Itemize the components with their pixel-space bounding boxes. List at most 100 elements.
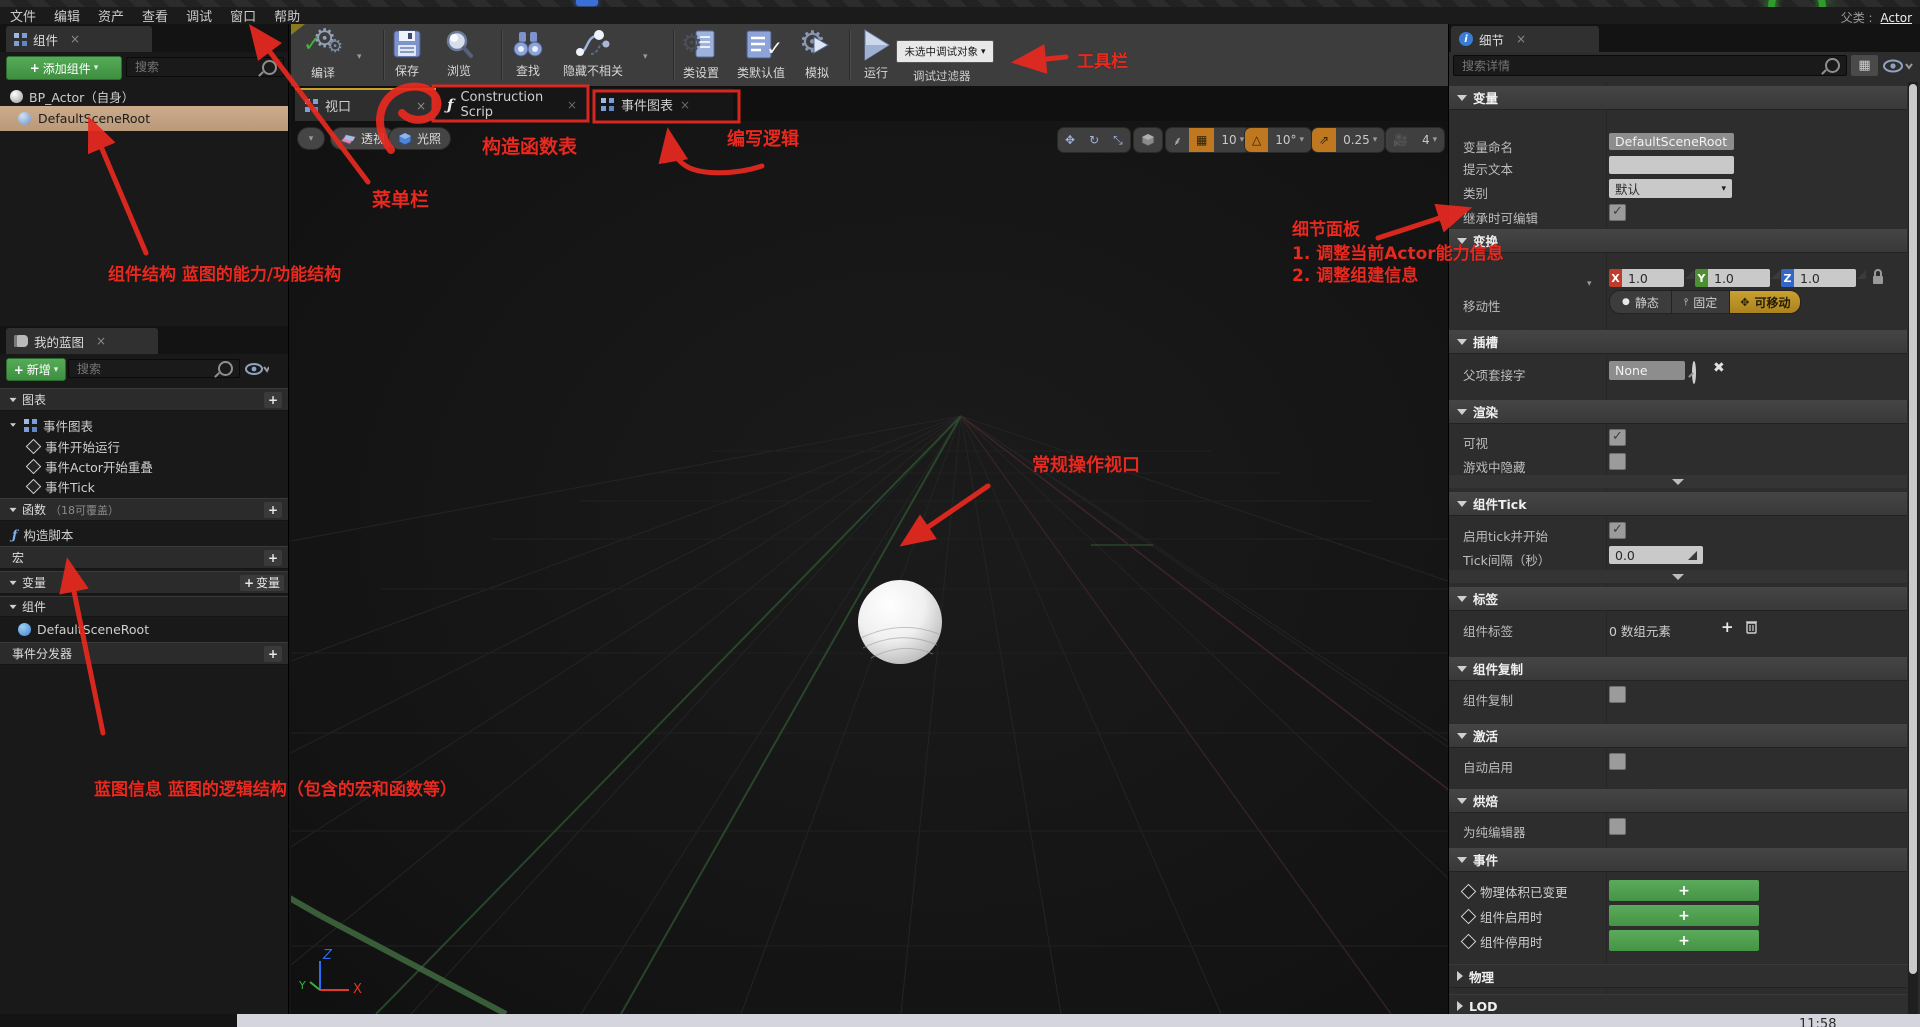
add-variable-button[interactable]: + 变量: [240, 575, 284, 591]
menu-debug[interactable]: 调试: [186, 6, 212, 25]
section-sockets[interactable]: 插槽: [1449, 330, 1907, 354]
replicates-checkbox[interactable]: [1609, 686, 1626, 703]
rotate-tool-icon[interactable]: ↻: [1082, 128, 1106, 152]
menu-asset[interactable]: 资产: [98, 6, 124, 25]
section-component-tick[interactable]: 组件Tick: [1449, 492, 1907, 516]
debug-object-dropdown[interactable]: 未选中调试对象 ▾: [896, 40, 994, 63]
variables-header[interactable]: 变量 + 变量: [0, 571, 288, 594]
tree-item-event-graph[interactable]: 事件图表: [8, 415, 93, 435]
tab-myblueprint[interactable]: 我的蓝图 ×: [6, 328, 158, 354]
category-dropdown[interactable]: 默认 ▾: [1609, 179, 1732, 198]
tick-interval-input[interactable]: 0.0: [1609, 546, 1703, 564]
viewport-3d[interactable]: Z X Y ▾ 透视 光照 ✥ ↻ ⤡ ⸙ ▦ 10▾ △: [291, 121, 1448, 1014]
close-icon[interactable]: ×: [70, 32, 80, 46]
parent-class-link[interactable]: Actor: [1880, 11, 1912, 25]
macros-header[interactable]: 宏 +: [0, 546, 288, 569]
add-macro-button[interactable]: +: [264, 550, 282, 566]
hide-unrelated-button[interactable]: 隐藏不相关: [563, 28, 623, 79]
scale-x-field[interactable]: X 1.0: [1609, 269, 1694, 287]
scale-y-field[interactable]: Y 1.0: [1695, 269, 1780, 287]
close-icon[interactable]: ×: [1516, 32, 1526, 46]
details-search[interactable]: [1453, 55, 1847, 76]
socket-clear-icon[interactable]: ✖: [1713, 360, 1725, 376]
section-transform[interactable]: 变换: [1449, 229, 1907, 253]
menu-view[interactable]: 查看: [142, 6, 168, 25]
scale-z-field[interactable]: Z 1.0: [1781, 269, 1866, 287]
surface-snap-icon[interactable]: ⸙: [1166, 128, 1189, 152]
tab-event-graph[interactable]: 事件图表 ×: [591, 88, 733, 121]
details-grid-button[interactable]: ▦: [1851, 55, 1878, 76]
section-physics[interactable]: 物理: [1449, 964, 1907, 988]
blueprint-search[interactable]: [68, 359, 240, 378]
lock-icon[interactable]: [1871, 268, 1885, 286]
scale-tool-icon[interactable]: ⤡: [1106, 128, 1130, 152]
editable-checkbox[interactable]: ✓: [1609, 204, 1626, 221]
menu-help[interactable]: 帮助: [274, 6, 300, 25]
editor-only-checkbox[interactable]: [1609, 818, 1626, 835]
add-dispatcher-button[interactable]: +: [264, 646, 282, 662]
section-events[interactable]: 事件: [1449, 848, 1907, 872]
scale-snap-icon[interactable]: ⇗: [1312, 128, 1336, 152]
section-cooking[interactable]: 烘焙: [1449, 789, 1907, 813]
tree-item-event-tick[interactable]: 事件Tick: [28, 476, 95, 496]
components-search[interactable]: [126, 57, 284, 77]
auto-activate-checkbox[interactable]: [1609, 753, 1626, 770]
browse-button[interactable]: 浏览: [443, 28, 475, 79]
tab-details[interactable]: i 细节 ×: [1451, 26, 1599, 52]
functions-header[interactable]: 函数 （18可覆盖） +: [0, 498, 288, 521]
angle-snap-value[interactable]: 10°▾: [1268, 128, 1311, 152]
details-search-input[interactable]: [1460, 58, 1825, 74]
menu-window[interactable]: 窗口: [230, 6, 256, 25]
graphs-header[interactable]: 图表 +: [0, 388, 288, 411]
tab-construction-script[interactable]: ƒ Construction Scrip ×: [437, 88, 587, 121]
tree-item-construction-script[interactable]: ƒ 构造脚本: [12, 524, 73, 544]
find-button[interactable]: 查找: [511, 28, 545, 79]
hide-unrelated-caret[interactable]: ▾: [643, 52, 648, 62]
simulate-button[interactable]: ⚙ 模拟: [799, 28, 835, 81]
mobility-stationary[interactable]: ⫯固定: [1672, 291, 1730, 313]
add-tag-icon[interactable]: +: [1721, 618, 1734, 636]
socket-search-icon[interactable]: [1692, 361, 1696, 384]
mobility-static[interactable]: ●静态: [1610, 291, 1672, 313]
add-graph-button[interactable]: +: [264, 392, 282, 408]
save-button[interactable]: 保存: [391, 28, 423, 79]
section-replication[interactable]: 组件复制: [1449, 657, 1907, 681]
close-icon[interactable]: ×: [680, 98, 690, 112]
tick-expand-row[interactable]: [1449, 570, 1907, 583]
play-button[interactable]: 运行: [859, 28, 893, 81]
tab-viewport[interactable]: 视口 ×: [295, 88, 436, 121]
compile-options-caret[interactable]: ▾: [357, 52, 362, 62]
add-event-deactivated-button[interactable]: +: [1609, 930, 1759, 951]
blueprint-search-input[interactable]: [75, 361, 218, 377]
add-component-button[interactable]: + 添加组件 ▾: [6, 56, 122, 80]
camera-speed-icon[interactable]: 🎥: [1386, 128, 1415, 152]
perspective-button[interactable]: 透视: [330, 127, 395, 150]
tree-item-defaultsceneroot-row[interactable]: DefaultSceneRoot: [0, 106, 288, 131]
close-icon[interactable]: ×: [567, 98, 577, 112]
variable-name-value[interactable]: DefaultSceneRoot: [1609, 133, 1734, 150]
camera-speed-value[interactable]: 4▾: [1415, 128, 1444, 152]
compile-button[interactable]: ⚙ ⚙ ✓ 编译: [305, 28, 341, 81]
close-icon[interactable]: ×: [416, 99, 426, 113]
components-search-input[interactable]: [133, 59, 262, 75]
class-settings-button[interactable]: ⚙ 类设置: [683, 28, 719, 81]
world-space-button[interactable]: [1133, 127, 1163, 153]
add-event-activated-button[interactable]: +: [1609, 905, 1759, 926]
section-rendering[interactable]: 渲染: [1449, 400, 1907, 424]
blueprint-add-new-button[interactable]: + 新增 ▾: [6, 358, 66, 381]
section-tags[interactable]: 标签: [1449, 587, 1907, 611]
menu-file[interactable]: 文件: [10, 6, 36, 25]
angle-snap-icon[interactable]: △: [1245, 128, 1268, 152]
lit-mode-button[interactable]: 光照: [388, 127, 451, 150]
class-defaults-button[interactable]: ✓ 类默认值: [737, 28, 785, 81]
scale-snap-value[interactable]: 0.25▾: [1336, 128, 1384, 152]
mobility-movable[interactable]: ✥可移动: [1730, 291, 1800, 313]
details-eye-icon[interactable]: [1883, 59, 1913, 73]
start-tick-checkbox[interactable]: ✓: [1609, 522, 1626, 539]
move-tool-icon[interactable]: ✥: [1058, 128, 1082, 152]
tooltip-input[interactable]: [1609, 156, 1734, 174]
trash-icon[interactable]: [1745, 619, 1758, 634]
scale-caret[interactable]: ▾: [1463, 274, 1592, 289]
tree-item-event-actoroverlap[interactable]: 事件Actor开始重叠: [28, 456, 153, 476]
dispatchers-header[interactable]: 事件分发器 +: [0, 642, 288, 665]
